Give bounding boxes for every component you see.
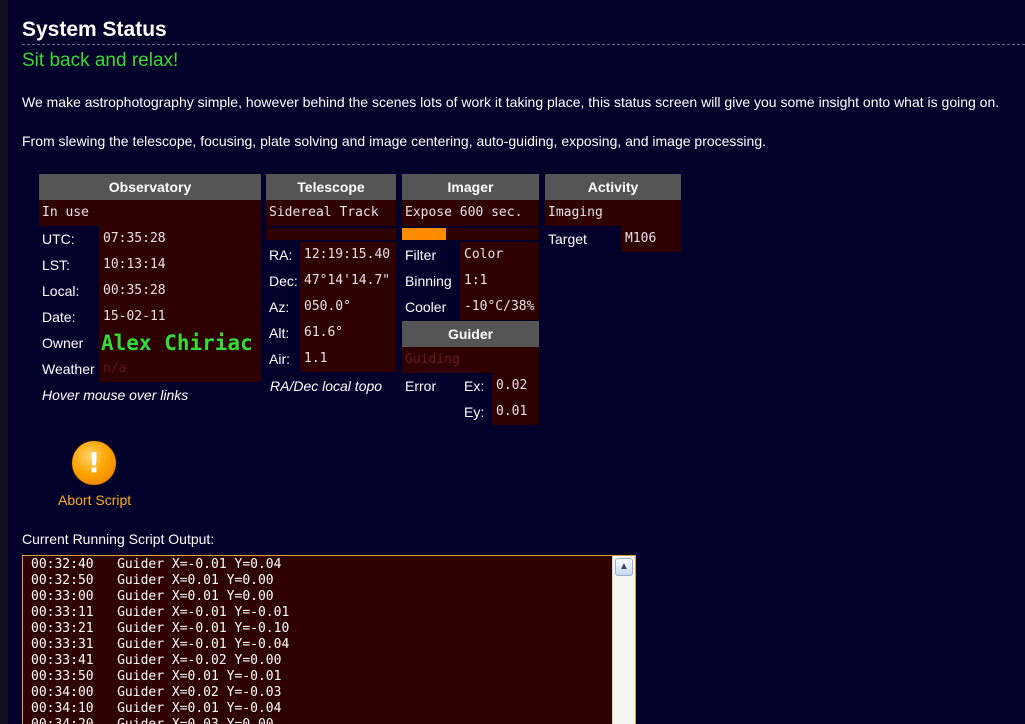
title-divider [22, 44, 1025, 45]
dec-value: 47°14'14.7" [300, 268, 396, 294]
radec-note: RA/Dec local topo [270, 378, 383, 394]
output-line: 00:32:40 Guider X=-0.01 Y=0.04 [31, 557, 282, 572]
ey-value: 0.01 [492, 399, 539, 425]
alt-label: Alt: [269, 325, 290, 341]
script-output-lines: 00:32:40 Guider X=-0.01 Y=0.04 00:32:50 G… [31, 557, 289, 724]
output-line: 00:33:00 Guider X=0.01 Y=0.00 [31, 589, 274, 604]
alt-value: 61.6° [300, 320, 396, 346]
utc-value: 07:35:28 [99, 226, 261, 252]
owner-name[interactable]: Alex Chiriac [99, 330, 261, 356]
activity-header: Activity [545, 174, 681, 200]
guider-header: Guider [402, 321, 539, 347]
cooler-label: Cooler [405, 299, 447, 315]
telescope-header: Telescope [266, 174, 396, 200]
ra-value: 12:19:15.40 [300, 242, 396, 268]
hover-hint: Hover mouse over links [42, 387, 189, 403]
cooler-value: -10°C/38% [460, 294, 539, 320]
output-line: 00:32:50 Guider X=0.01 Y=0.00 [31, 573, 274, 588]
activity-status: Imaging [545, 200, 681, 226]
output-line: 00:33:41 Guider X=-0.02 Y=0.00 [31, 653, 282, 668]
ex-label: Ex: [464, 378, 485, 394]
airmass-label: Air: [269, 351, 290, 367]
weather-label: Weather [42, 361, 95, 377]
date-label: Date: [42, 309, 76, 325]
imager-header: Imager [402, 174, 539, 200]
page-subtitle: Sit back and relax! [22, 50, 179, 71]
script-output-label: Current Running Script Output: [22, 531, 215, 547]
observatory-status: In use [39, 200, 261, 226]
output-line: 00:33:31 Guider X=-0.01 Y=-0.04 [31, 637, 290, 652]
activity-panel: Activity Imaging Target M106 [545, 174, 681, 252]
output-line: 00:34:00 Guider X=0.02 Y=-0.03 [31, 685, 282, 700]
ey-label: Ey: [464, 404, 485, 420]
imager-status: Expose 600 sec. [402, 200, 539, 226]
owner-label: Owner [42, 335, 84, 351]
intro-paragraph: We make astrophotography simple, however… [22, 94, 1000, 110]
guider-status: Guiding [402, 347, 539, 373]
observatory-header: Observatory [39, 174, 261, 200]
target-label: Target [548, 231, 587, 247]
output-line: 00:33:21 Guider X=-0.01 Y=-0.10 [31, 621, 290, 636]
guider-panel: Guider Guiding Error Ex: 0.02 Ey: 0.01 [402, 321, 539, 425]
observatory-panel: Observatory In use UTC: 07:35:28 LST: 10… [39, 174, 261, 414]
local-time-label: Local: [42, 283, 80, 299]
telescope-spacer-bar [266, 228, 396, 240]
guider-error-label: Error [405, 378, 437, 394]
az-value: 050.0° [300, 294, 396, 320]
filter-label: Filter [405, 247, 437, 263]
telescope-status: Sidereal Track [266, 200, 396, 226]
imager-panel: Imager Expose 600 sec. Filter Color Binn… [402, 174, 539, 320]
warning-icon[interactable]: ! [72, 441, 116, 485]
abort-script-link[interactable]: Abort Script [58, 492, 131, 508]
output-line: 00:34:10 Guider X=0.01 Y=-0.04 [31, 701, 282, 716]
exposure-progress-bar [402, 228, 539, 240]
dec-label: Dec: [269, 273, 298, 289]
local-time-value: 00:35:28 [99, 278, 261, 304]
output-line: 00:33:11 Guider X=-0.01 Y=-0.01 [31, 605, 290, 620]
page-title: System Status [22, 18, 167, 41]
filter-value: Color [460, 242, 539, 268]
binning-label: Binning [405, 273, 452, 289]
target-value: M106 [621, 226, 681, 252]
binning-value: 1:1 [460, 268, 539, 294]
lst-value: 10:13:14 [99, 252, 261, 278]
az-label: Az: [269, 299, 290, 315]
lst-label: LST: [42, 257, 71, 273]
script-output-box[interactable]: 00:32:40 Guider X=-0.01 Y=0.04 00:32:50 G… [22, 555, 636, 724]
output-scrollbar[interactable]: ▲ [612, 556, 635, 724]
ra-label: RA: [269, 247, 293, 263]
output-line: 00:33:50 Guider X=0.01 Y=-0.01 [31, 669, 282, 684]
airmass-value: 1.1 [300, 346, 396, 372]
ex-value: 0.02 [492, 373, 539, 399]
utc-label: UTC: [42, 231, 75, 247]
process-paragraph: From slewing the telescope, focusing, pl… [22, 133, 766, 149]
date-value: 15-02-11 [99, 304, 261, 330]
left-edge-bar [0, 0, 8, 724]
chevron-up-icon[interactable]: ▲ [615, 558, 633, 576]
weather-value[interactable]: n/a [99, 356, 261, 382]
telescope-panel: Telescope Sidereal Track RA: 12:19:15.40… [266, 174, 396, 400]
exposure-progress-fill [402, 228, 446, 240]
output-line: 00:34:20 Guider X=0.03 Y=0.00 [31, 717, 289, 724]
